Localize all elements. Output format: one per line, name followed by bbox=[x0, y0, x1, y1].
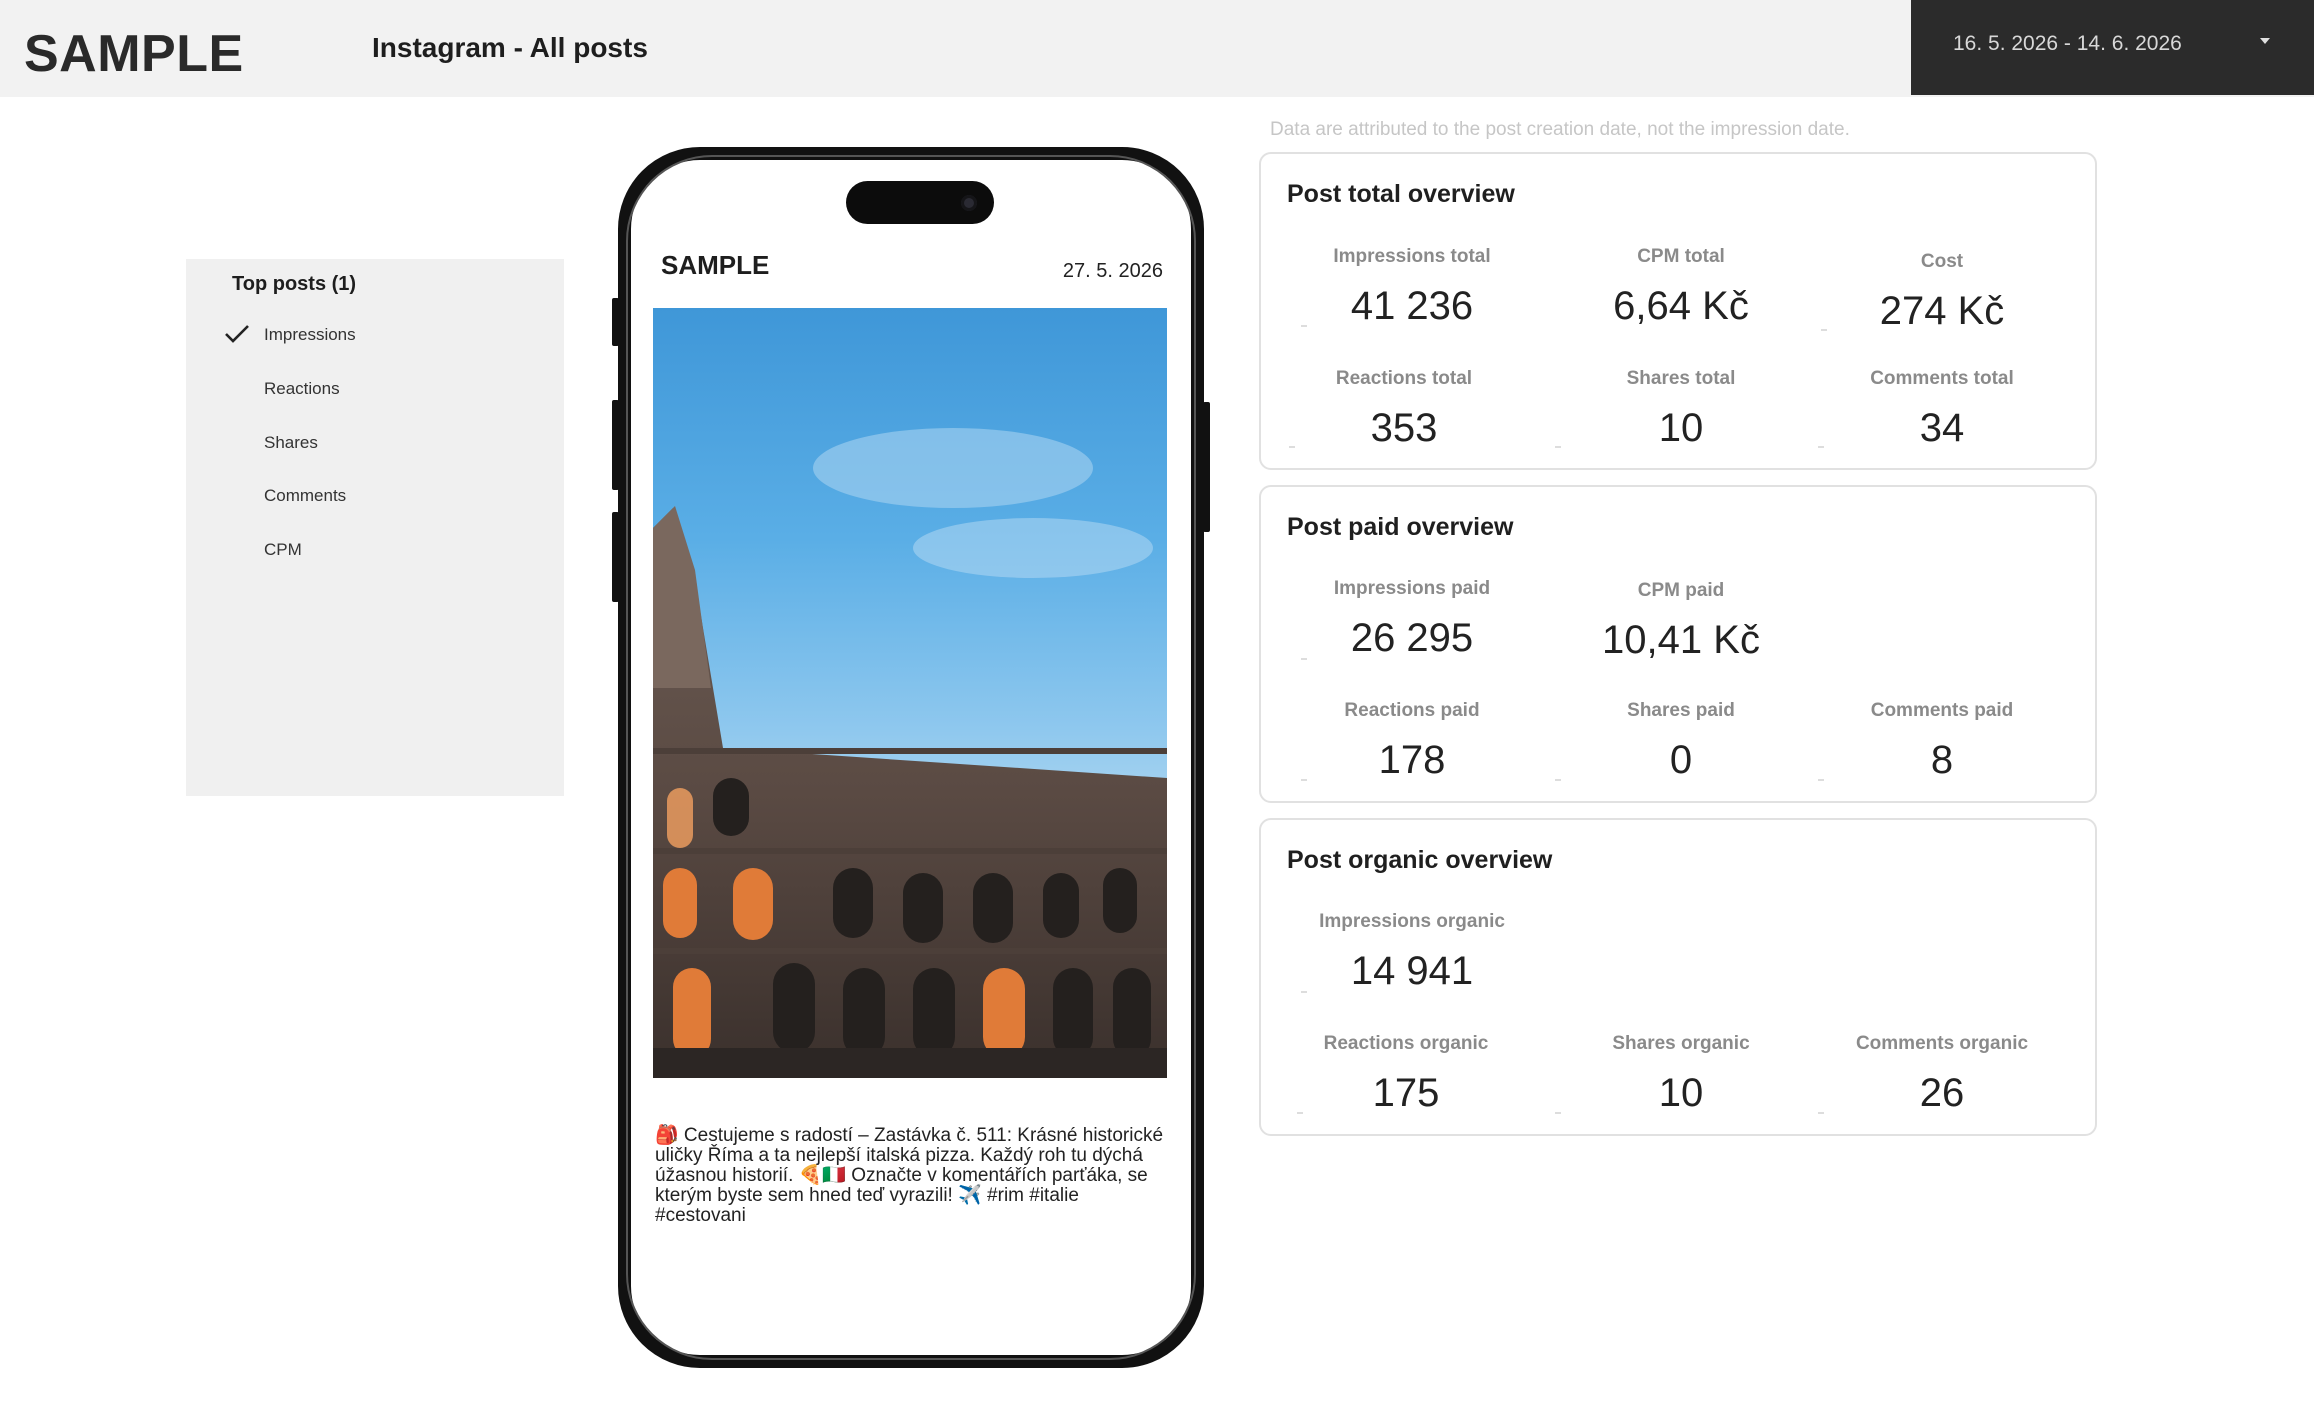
metric-reactions-paid: Reactions paid 178 bbox=[1292, 700, 1532, 783]
header-bar: SAMPLE Instagram - All posts 16. 5. 2026… bbox=[0, 0, 2314, 97]
metric-impressions-total: Impressions total 41 236 bbox=[1292, 246, 1532, 329]
attribution-note: Data are attributed to the post creation… bbox=[1270, 119, 1850, 140]
trend-indicator bbox=[1301, 658, 1307, 660]
dynamic-island bbox=[846, 181, 994, 224]
camera-icon bbox=[961, 195, 977, 211]
metric-label: CPM paid bbox=[1637, 580, 1725, 601]
metric-comments-organic: Comments organic 26 bbox=[1822, 1033, 2062, 1116]
trend-indicator bbox=[1818, 446, 1824, 448]
metric-label: Comments organic bbox=[1855, 1033, 2029, 1054]
date-range-text: 16. 5. 2026 - 14. 6. 2026 bbox=[1953, 32, 2182, 55]
trend-indicator bbox=[1289, 446, 1295, 448]
chevron-down-icon[interactable] bbox=[2260, 38, 2270, 44]
post-brand: SAMPLE bbox=[661, 250, 770, 280]
metric-value: 41 236 bbox=[1350, 284, 1474, 328]
top-posts-panel: Top posts (1) Impressions Reactions Shar… bbox=[186, 259, 564, 796]
metric-cpm-paid: CPM paid 10,41 Kč bbox=[1561, 580, 1801, 663]
metric-reactions-total: Reactions total 353 bbox=[1284, 368, 1524, 451]
checkmark-icon bbox=[225, 325, 249, 343]
metric-value: 0 bbox=[1669, 738, 1693, 782]
metric-label: Reactions organic bbox=[1323, 1033, 1489, 1054]
metric-value: 175 bbox=[1372, 1071, 1440, 1115]
metric-value: 34 bbox=[1919, 406, 1965, 450]
post-caption: 🎒 Cestujeme s radostí – Zastávka č. 511:… bbox=[655, 1125, 1164, 1226]
metric-label: Cost bbox=[1920, 251, 1964, 272]
trend-indicator bbox=[1301, 779, 1307, 781]
sort-option-cpm[interactable]: CPM bbox=[186, 530, 564, 570]
metric-label: Shares paid bbox=[1627, 700, 1735, 721]
metric-shares-organic: Shares organic 10 bbox=[1561, 1033, 1801, 1116]
metric-value: 26 295 bbox=[1350, 616, 1474, 660]
metric-value: 353 bbox=[1370, 406, 1438, 450]
metric-cost: Cost 274 Kč bbox=[1822, 251, 2062, 334]
sort-option-label: Comments bbox=[264, 486, 347, 505]
post-total-overview-card: Post total overview Impressions total 41… bbox=[1259, 152, 2097, 470]
post-paid-overview-card: Post paid overview Impressions paid 26 2… bbox=[1259, 485, 2097, 803]
date-range-picker[interactable]: 16. 5. 2026 - 14. 6. 2026 bbox=[1911, 0, 2314, 95]
trend-indicator bbox=[1821, 329, 1827, 331]
metric-comments-total: Comments total 34 bbox=[1822, 368, 2062, 451]
metric-cpm-total: CPM total 6,64 Kč bbox=[1561, 246, 1801, 329]
metric-value: 6,64 Kč bbox=[1613, 284, 1749, 328]
metric-value: 178 bbox=[1378, 738, 1446, 782]
metric-impressions-organic: Impressions organic 14 941 bbox=[1292, 911, 1532, 994]
metric-value: 10,41 Kč bbox=[1602, 618, 1760, 662]
metric-value: 10 bbox=[1658, 1071, 1704, 1115]
trend-indicator bbox=[1297, 1112, 1303, 1114]
metric-label: Impressions total bbox=[1333, 246, 1491, 267]
sort-option-shares[interactable]: Shares bbox=[186, 423, 564, 463]
trend-indicator bbox=[1555, 446, 1561, 448]
metric-label: Shares organic bbox=[1612, 1033, 1750, 1054]
metric-reactions-organic: Reactions organic 175 bbox=[1286, 1033, 1526, 1116]
sort-option-impressions[interactable]: Impressions bbox=[186, 315, 564, 355]
post-organic-overview-card: Post organic overview Impressions organi… bbox=[1259, 818, 2097, 1136]
metric-impressions-paid: Impressions paid 26 295 bbox=[1292, 578, 1532, 661]
metric-label: Reactions total bbox=[1335, 368, 1473, 389]
sort-option-reactions[interactable]: Reactions bbox=[186, 369, 564, 409]
metric-value: 26 bbox=[1919, 1071, 1965, 1115]
metric-shares-paid: Shares paid 0 bbox=[1561, 700, 1801, 783]
metric-label: Reactions paid bbox=[1344, 700, 1480, 721]
brand-logo: SAMPLE bbox=[24, 25, 244, 83]
trend-indicator bbox=[1301, 991, 1307, 993]
page-title: Instagram - All posts bbox=[372, 32, 648, 63]
sort-option-comments[interactable]: Comments bbox=[186, 476, 564, 516]
trend-indicator bbox=[1301, 325, 1307, 327]
metric-value: 8 bbox=[1930, 738, 1954, 782]
trend-indicator bbox=[1818, 1112, 1824, 1114]
trend-indicator bbox=[1555, 779, 1561, 781]
metric-label: CPM total bbox=[1637, 246, 1725, 267]
metric-value: 10 bbox=[1658, 406, 1704, 450]
metric-label: Comments total bbox=[1870, 368, 2014, 389]
metric-value: 274 Kč bbox=[1879, 289, 2005, 333]
trend-indicator bbox=[1818, 779, 1824, 781]
colosseum-illustration bbox=[653, 428, 1167, 1078]
card-title: Post paid overview bbox=[1287, 513, 1514, 541]
metric-label: Impressions paid bbox=[1333, 578, 1491, 599]
metric-shares-total: Shares total 10 bbox=[1561, 368, 1801, 451]
card-title: Post organic overview bbox=[1287, 846, 1553, 874]
metric-label: Shares total bbox=[1626, 368, 1736, 389]
phone-mockup: SAMPLE 27. 5. 2026 🎒 Cestujeme s radostí… bbox=[618, 147, 1204, 1368]
card-title: Post total overview bbox=[1287, 180, 1515, 208]
metric-label: Impressions organic bbox=[1319, 911, 1505, 932]
sort-option-label: CPM bbox=[264, 540, 302, 559]
metric-comments-paid: Comments paid 8 bbox=[1822, 700, 2062, 783]
metric-value: 14 941 bbox=[1350, 949, 1474, 993]
phone-power-button bbox=[1203, 402, 1210, 532]
metric-label: Comments paid bbox=[1870, 700, 2014, 721]
sort-option-label: Impressions bbox=[264, 325, 356, 344]
trend-indicator bbox=[1555, 1112, 1561, 1114]
post-date: 27. 5. 2026 bbox=[1062, 260, 1163, 282]
post-image bbox=[653, 308, 1167, 1078]
top-posts-title: Top posts (1) bbox=[232, 273, 357, 295]
sort-option-label: Reactions bbox=[264, 379, 340, 398]
sort-option-label: Shares bbox=[264, 433, 318, 452]
